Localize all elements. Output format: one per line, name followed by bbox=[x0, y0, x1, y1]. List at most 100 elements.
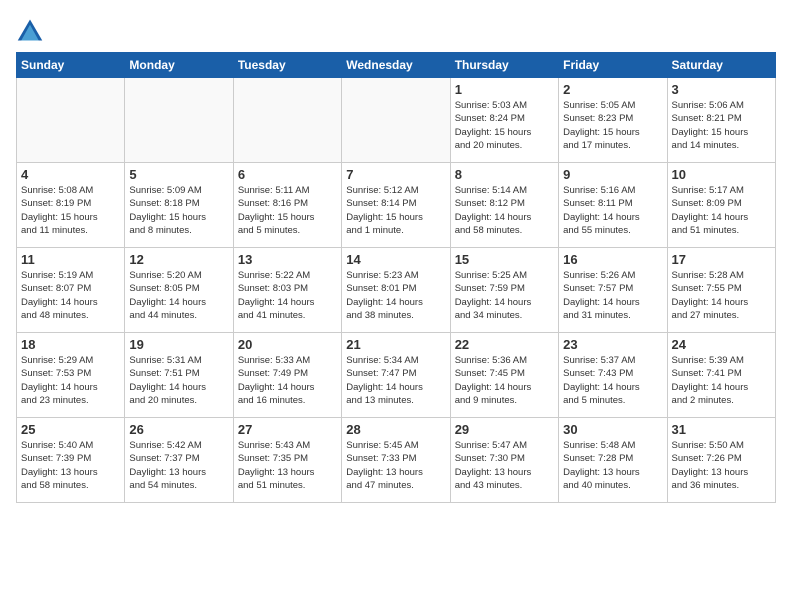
day-info: Sunrise: 5:11 AM Sunset: 8:16 PM Dayligh… bbox=[238, 184, 337, 237]
day-info: Sunrise: 5:39 AM Sunset: 7:41 PM Dayligh… bbox=[672, 354, 771, 407]
day-number: 3 bbox=[672, 82, 771, 97]
calendar-cell: 14 Sunrise: 5:23 AM Sunset: 8:01 PM Dayli… bbox=[342, 248, 450, 333]
day-info: Sunrise: 5:50 AM Sunset: 7:26 PM Dayligh… bbox=[672, 439, 771, 492]
calendar-cell: 15 Sunrise: 5:25 AM Sunset: 7:59 PM Dayli… bbox=[450, 248, 558, 333]
day-number: 13 bbox=[238, 252, 337, 267]
day-number: 2 bbox=[563, 82, 662, 97]
calendar-cell: 7Sunrise: 5:12 AM Sunset: 8:14 PM Daylig… bbox=[342, 163, 450, 248]
day-number: 5 bbox=[129, 167, 228, 182]
calendar-cell: 13 Sunrise: 5:22 AM Sunset: 8:03 PM Dayli… bbox=[233, 248, 341, 333]
calendar-cell: 23Sunrise: 5:37 AM Sunset: 7:43 PM Dayli… bbox=[559, 333, 667, 418]
weekday-header-saturday: Saturday bbox=[667, 53, 775, 78]
day-number: 9 bbox=[563, 167, 662, 182]
day-info: Sunrise: 5:19 AM Sunset: 8:07 PM Dayligh… bbox=[21, 269, 120, 322]
day-info: Sunrise: 5:48 AM Sunset: 7:28 PM Dayligh… bbox=[563, 439, 662, 492]
logo bbox=[16, 16, 48, 44]
day-number: 14 bbox=[346, 252, 445, 267]
day-number: 7 bbox=[346, 167, 445, 182]
day-number: 8 bbox=[455, 167, 554, 182]
calendar-cell bbox=[342, 78, 450, 163]
day-number: 21 bbox=[346, 337, 445, 352]
calendar-cell: 29 Sunrise: 5:47 AM Sunset: 7:30 PM Dayli… bbox=[450, 418, 558, 503]
day-info: Sunrise: 5:47 AM Sunset: 7:30 PM Dayligh… bbox=[455, 439, 554, 492]
day-info: Sunrise: 5:37 AM Sunset: 7:43 PM Dayligh… bbox=[563, 354, 662, 407]
day-info: Sunrise: 5:25 AM Sunset: 7:59 PM Dayligh… bbox=[455, 269, 554, 322]
day-info: Sunrise: 5:33 AM Sunset: 7:49 PM Dayligh… bbox=[238, 354, 337, 407]
calendar-cell: 25 Sunrise: 5:40 AM Sunset: 7:39 PM Dayli… bbox=[17, 418, 125, 503]
calendar-cell: 30 Sunrise: 5:48 AM Sunset: 7:28 PM Dayli… bbox=[559, 418, 667, 503]
day-info: Sunrise: 5:23 AM Sunset: 8:01 PM Dayligh… bbox=[346, 269, 445, 322]
calendar-cell: 28Sunrise: 5:45 AM Sunset: 7:33 PM Dayli… bbox=[342, 418, 450, 503]
day-number: 22 bbox=[455, 337, 554, 352]
calendar-cell: 26 Sunrise: 5:42 AM Sunset: 7:37 PM Dayli… bbox=[125, 418, 233, 503]
day-number: 27 bbox=[238, 422, 337, 437]
weekday-header-sunday: Sunday bbox=[17, 53, 125, 78]
calendar-cell: 21 Sunrise: 5:34 AM Sunset: 7:47 PM Dayli… bbox=[342, 333, 450, 418]
calendar-cell: 5Sunrise: 5:09 AM Sunset: 8:18 PM Daylig… bbox=[125, 163, 233, 248]
weekday-header-row: SundayMondayTuesdayWednesdayThursdayFrid… bbox=[17, 53, 776, 78]
day-info: Sunrise: 5:28 AM Sunset: 7:55 PM Dayligh… bbox=[672, 269, 771, 322]
day-info: Sunrise: 5:03 AM Sunset: 8:24 PM Dayligh… bbox=[455, 99, 554, 152]
day-number: 1 bbox=[455, 82, 554, 97]
day-number: 10 bbox=[672, 167, 771, 182]
day-number: 19 bbox=[129, 337, 228, 352]
calendar-cell: 22 Sunrise: 5:36 AM Sunset: 7:45 PM Dayli… bbox=[450, 333, 558, 418]
calendar-cell: 12Sunrise: 5:20 AM Sunset: 8:05 PM Dayli… bbox=[125, 248, 233, 333]
weekday-header-wednesday: Wednesday bbox=[342, 53, 450, 78]
day-number: 31 bbox=[672, 422, 771, 437]
weekday-header-monday: Monday bbox=[125, 53, 233, 78]
calendar-cell: 10 Sunrise: 5:17 AM Sunset: 8:09 PM Dayli… bbox=[667, 163, 775, 248]
day-number: 15 bbox=[455, 252, 554, 267]
calendar-cell: 24Sunrise: 5:39 AM Sunset: 7:41 PM Dayli… bbox=[667, 333, 775, 418]
day-info: Sunrise: 5:40 AM Sunset: 7:39 PM Dayligh… bbox=[21, 439, 120, 492]
calendar-week-5: 25 Sunrise: 5:40 AM Sunset: 7:39 PM Dayli… bbox=[17, 418, 776, 503]
calendar-cell: 6 Sunrise: 5:11 AM Sunset: 8:16 PM Daylig… bbox=[233, 163, 341, 248]
day-info: Sunrise: 5:34 AM Sunset: 7:47 PM Dayligh… bbox=[346, 354, 445, 407]
calendar-cell: 31 Sunrise: 5:50 AM Sunset: 7:26 PM Dayli… bbox=[667, 418, 775, 503]
calendar-cell: 19 Sunrise: 5:31 AM Sunset: 7:51 PM Dayli… bbox=[125, 333, 233, 418]
day-number: 4 bbox=[21, 167, 120, 182]
weekday-header-tuesday: Tuesday bbox=[233, 53, 341, 78]
day-number: 25 bbox=[21, 422, 120, 437]
day-number: 16 bbox=[563, 252, 662, 267]
day-info: Sunrise: 5:29 AM Sunset: 7:53 PM Dayligh… bbox=[21, 354, 120, 407]
weekday-header-thursday: Thursday bbox=[450, 53, 558, 78]
calendar-cell: 17 Sunrise: 5:28 AM Sunset: 7:55 PM Dayli… bbox=[667, 248, 775, 333]
day-info: Sunrise: 5:36 AM Sunset: 7:45 PM Dayligh… bbox=[455, 354, 554, 407]
calendar-cell bbox=[17, 78, 125, 163]
calendar-cell: 18 Sunrise: 5:29 AM Sunset: 7:53 PM Dayli… bbox=[17, 333, 125, 418]
day-number: 18 bbox=[21, 337, 120, 352]
calendar-cell: 1 Sunrise: 5:03 AM Sunset: 8:24 PM Daylig… bbox=[450, 78, 558, 163]
day-info: Sunrise: 5:22 AM Sunset: 8:03 PM Dayligh… bbox=[238, 269, 337, 322]
page-header bbox=[16, 16, 776, 44]
calendar-cell: 16Sunrise: 5:26 AM Sunset: 7:57 PM Dayli… bbox=[559, 248, 667, 333]
day-info: Sunrise: 5:20 AM Sunset: 8:05 PM Dayligh… bbox=[129, 269, 228, 322]
calendar-week-1: 1 Sunrise: 5:03 AM Sunset: 8:24 PM Daylig… bbox=[17, 78, 776, 163]
logo-icon bbox=[16, 16, 44, 44]
calendar-cell: 27 Sunrise: 5:43 AM Sunset: 7:35 PM Dayli… bbox=[233, 418, 341, 503]
calendar-cell: 9 Sunrise: 5:16 AM Sunset: 8:11 PM Daylig… bbox=[559, 163, 667, 248]
calendar-week-3: 11Sunrise: 5:19 AM Sunset: 8:07 PM Dayli… bbox=[17, 248, 776, 333]
day-info: Sunrise: 5:42 AM Sunset: 7:37 PM Dayligh… bbox=[129, 439, 228, 492]
calendar-cell bbox=[233, 78, 341, 163]
day-info: Sunrise: 5:14 AM Sunset: 8:12 PM Dayligh… bbox=[455, 184, 554, 237]
day-number: 6 bbox=[238, 167, 337, 182]
day-info: Sunrise: 5:06 AM Sunset: 8:21 PM Dayligh… bbox=[672, 99, 771, 152]
day-number: 20 bbox=[238, 337, 337, 352]
calendar-cell: 11Sunrise: 5:19 AM Sunset: 8:07 PM Dayli… bbox=[17, 248, 125, 333]
calendar-week-2: 4Sunrise: 5:08 AM Sunset: 8:19 PM Daylig… bbox=[17, 163, 776, 248]
calendar-cell bbox=[125, 78, 233, 163]
calendar-week-4: 18 Sunrise: 5:29 AM Sunset: 7:53 PM Dayli… bbox=[17, 333, 776, 418]
day-info: Sunrise: 5:31 AM Sunset: 7:51 PM Dayligh… bbox=[129, 354, 228, 407]
day-number: 26 bbox=[129, 422, 228, 437]
day-info: Sunrise: 5:16 AM Sunset: 8:11 PM Dayligh… bbox=[563, 184, 662, 237]
day-number: 29 bbox=[455, 422, 554, 437]
day-number: 17 bbox=[672, 252, 771, 267]
day-number: 30 bbox=[563, 422, 662, 437]
weekday-header-friday: Friday bbox=[559, 53, 667, 78]
calendar-table: SundayMondayTuesdayWednesdayThursdayFrid… bbox=[16, 52, 776, 503]
day-info: Sunrise: 5:43 AM Sunset: 7:35 PM Dayligh… bbox=[238, 439, 337, 492]
day-info: Sunrise: 5:17 AM Sunset: 8:09 PM Dayligh… bbox=[672, 184, 771, 237]
calendar-cell: 8 Sunrise: 5:14 AM Sunset: 8:12 PM Daylig… bbox=[450, 163, 558, 248]
day-number: 28 bbox=[346, 422, 445, 437]
